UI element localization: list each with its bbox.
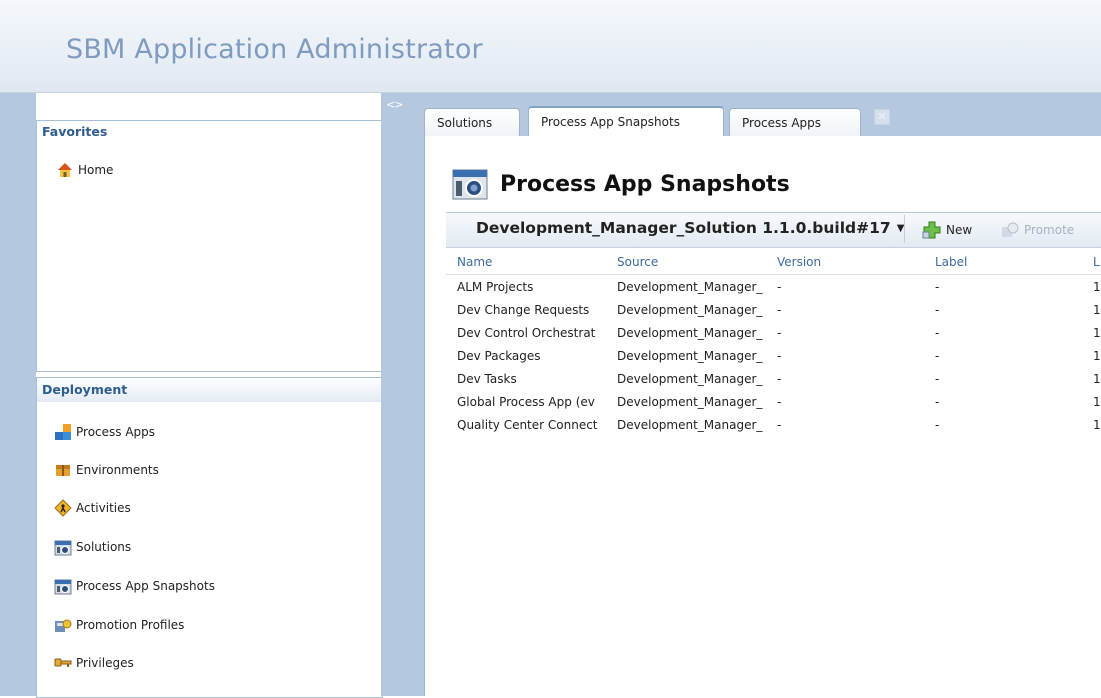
cell-version: - — [777, 395, 782, 409]
app-header: SBM Application Administrator — [0, 0, 1101, 93]
cell-name: Dev Control Orchestrat — [457, 326, 596, 340]
cell-label: - — [935, 372, 940, 386]
cell-version: - — [777, 349, 782, 363]
sidebar-item-label: Process Apps — [76, 425, 156, 439]
cell-source: Development_Manager_ — [617, 349, 763, 363]
cell-last: 1 — [1093, 326, 1101, 340]
page-title: Process App Snapshots — [452, 168, 790, 200]
favorites-item-home[interactable]: Home — [56, 160, 113, 180]
page-title-text: Process App Snapshots — [500, 171, 790, 197]
privileges-icon — [54, 654, 72, 672]
table-row[interactable]: Global Process App (ev Development_Manag… — [446, 392, 1101, 414]
favorites-title: Favorites — [37, 121, 382, 141]
app-title: SBM Application Administrator — [66, 34, 483, 65]
home-icon — [56, 161, 74, 179]
column-header-name[interactable]: Name — [457, 255, 617, 269]
cell-source: Development_Manager_ — [617, 372, 763, 386]
tab-process-apps[interactable]: Process Apps — [729, 108, 861, 136]
table-row[interactable]: Dev Control Orchestrat Development_Manag… — [446, 323, 1101, 345]
cell-label: - — [935, 280, 940, 294]
tab-process-app-snapshots[interactable]: Process App Snapshots — [528, 106, 724, 136]
cell-version: - — [777, 326, 782, 340]
cell-label: - — [935, 326, 940, 340]
new-button-label: New — [946, 223, 973, 237]
sidebar-item-label: Process App Snapshots — [76, 579, 215, 593]
cell-name: ALM Projects — [457, 280, 534, 294]
solution-dropdown[interactable]: Development_Manager_Solution 1.1.0.build… — [476, 219, 904, 237]
new-button[interactable]: New — [922, 221, 972, 239]
activities-icon — [54, 499, 72, 517]
cell-label: - — [935, 418, 940, 432]
cell-source: Development_Manager_ — [617, 280, 763, 294]
cell-last: 1 — [1093, 280, 1101, 294]
cell-label: - — [935, 395, 940, 409]
sidebar-item-label: Solutions — [76, 540, 132, 554]
solution-dropdown-value: Development_Manager_Solution 1.1.0.build… — [476, 219, 891, 237]
sidebar-item-process-apps[interactable]: Process Apps — [54, 422, 155, 442]
cell-version: - — [777, 372, 782, 386]
cell-label: - — [935, 349, 940, 363]
column-header-source[interactable]: Source — [617, 255, 777, 269]
cell-name: Global Process App (ev — [457, 395, 595, 409]
table-row[interactable]: ALM Projects Development_Manager_ - - 1 — [446, 277, 1101, 299]
cell-last: 1 — [1093, 395, 1101, 409]
snapshots-icon — [54, 577, 72, 595]
toolbar-separator — [904, 215, 905, 243]
close-tab-icon[interactable]: ✕ — [874, 109, 890, 125]
sidebar-item-label: Activities — [76, 501, 131, 515]
cell-source: Development_Manager_ — [617, 395, 763, 409]
solutions-icon — [54, 538, 72, 556]
grid-header: Name Source Version Label L — [446, 252, 1101, 275]
table-row[interactable]: Quality Center Connect Development_Manag… — [446, 415, 1101, 437]
table-row[interactable]: Dev Change Requests Development_Manager_… — [446, 300, 1101, 322]
cell-source: Development_Manager_ — [617, 418, 763, 432]
promote-icon — [1000, 221, 1020, 239]
process-apps-icon — [54, 423, 72, 441]
table-row[interactable]: Dev Tasks Development_Manager_ - - 1 — [446, 369, 1101, 391]
cell-name: Dev Tasks — [457, 372, 517, 386]
cell-last: 1 — [1093, 349, 1101, 363]
sidebar-item-environments[interactable]: Environments — [54, 460, 159, 480]
promote-button[interactable]: Promote — [1000, 221, 1074, 239]
cell-last: 1 — [1093, 303, 1101, 317]
column-header-version[interactable]: Version — [777, 255, 837, 269]
collapse-toggle[interactable]: <> — [386, 98, 403, 111]
table-row[interactable]: Dev Packages Development_Manager_ - - 1 — [446, 346, 1101, 368]
cell-last: 1 — [1093, 418, 1101, 432]
cell-label: - — [935, 303, 940, 317]
cell-version: - — [777, 280, 782, 294]
tab-solutions[interactable]: Solutions — [424, 108, 520, 136]
deployment-title: Deployment — [37, 378, 382, 402]
panel-splitter[interactable] — [381, 93, 414, 696]
sidebar-item-label: Promotion Profiles — [76, 618, 185, 632]
snapshots-large-icon — [452, 168, 488, 200]
environments-icon — [54, 461, 72, 479]
left-frame — [0, 93, 36, 696]
promote-button-label: Promote — [1024, 223, 1075, 237]
cell-name: Dev Packages — [457, 349, 541, 363]
sidebar-item-process-app-snapshots[interactable]: Process App Snapshots — [54, 576, 215, 596]
cell-version: - — [777, 418, 782, 432]
cell-name: Quality Center Connect — [457, 418, 598, 432]
favorites-item-label: Home — [78, 163, 114, 177]
sidebar-item-label: Privileges — [76, 656, 134, 670]
sidebar-item-label: Environments — [76, 463, 159, 477]
promotion-profiles-icon — [54, 616, 72, 634]
column-header-last[interactable]: L — [1093, 255, 1101, 269]
sidebar-item-privileges[interactable]: Privileges — [54, 653, 134, 673]
column-header-label[interactable]: Label — [935, 255, 975, 269]
sidebar-item-promotion-profiles[interactable]: Promotion Profiles — [54, 615, 184, 635]
sidebar-item-solutions[interactable]: Solutions — [54, 537, 131, 557]
cell-last: 1 — [1093, 372, 1101, 386]
favorites-panel: Favorites — [36, 120, 383, 372]
cell-name: Dev Change Requests — [457, 303, 590, 317]
cell-version: - — [777, 303, 782, 317]
cell-source: Development_Manager_ — [617, 326, 763, 340]
cell-source: Development_Manager_ — [617, 303, 763, 317]
sidebar-item-activities[interactable]: Activities — [54, 498, 131, 518]
add-icon — [922, 221, 942, 239]
